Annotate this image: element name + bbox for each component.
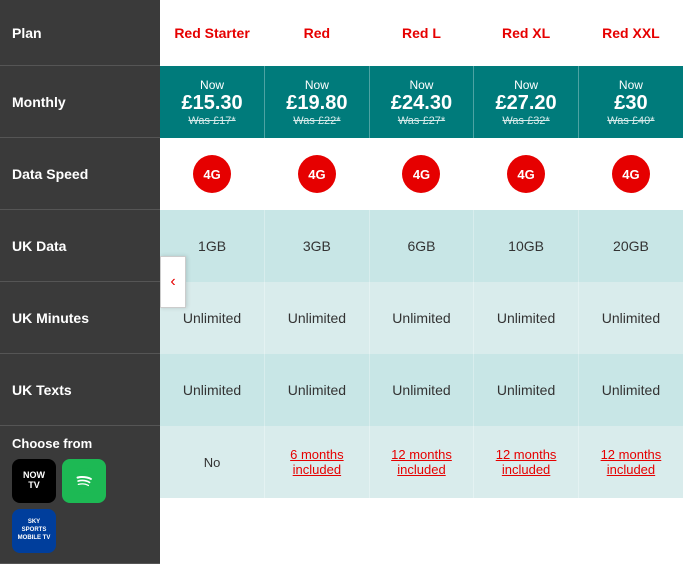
was-price-2: Was £27*	[378, 115, 466, 127]
data-cell-1: 3GB	[265, 210, 370, 282]
choose-label: Choose from	[12, 436, 92, 451]
data-cell-2: 6GB	[369, 210, 474, 282]
was-price-3: Was £32*	[482, 115, 570, 127]
data-cell-4: 20GB	[578, 210, 683, 282]
sidebar-uk-minutes: UK Minutes	[0, 282, 160, 354]
plans-area: ‹ Red Starter Red Red L Red XL Red XXL	[160, 0, 683, 564]
choose-icons: NOWTV SKYSPORTSMOBILE TV	[12, 459, 148, 553]
now-label-0: Now	[168, 78, 256, 92]
texts-cell-3: Unlimited	[474, 354, 579, 426]
plan-header-0: Red Starter	[160, 0, 265, 66]
minutes-cell-3: Unlimited	[474, 282, 579, 354]
plan-header-4: Red XXL	[578, 0, 683, 66]
plan-label: Plan	[12, 25, 42, 41]
data-speed-label: Data Speed	[12, 166, 88, 182]
extras-row: No 6 months included 12 months included …	[160, 426, 683, 498]
extras-link-2[interactable]: 12 months included	[378, 447, 466, 477]
extras-cell-1[interactable]: 6 months included	[265, 426, 370, 498]
extras-link-3[interactable]: 12 months included	[482, 447, 570, 477]
price-cell-4: Now £30 Was £40*	[578, 66, 683, 138]
was-price-0: Was £17*	[168, 115, 256, 127]
prev-arrow[interactable]: ‹	[160, 256, 186, 308]
sidebar-plan: Plan	[0, 0, 160, 66]
price-1: £19.80	[273, 92, 361, 115]
plans-table: Red Starter Red Red L Red XL Red XXL Now…	[160, 0, 683, 498]
sidebar-data-speed: Data Speed	[0, 138, 160, 210]
uk-data-label: UK Data	[12, 238, 66, 254]
uk-minutes-label: UK Minutes	[12, 310, 89, 326]
texts-cell-2: Unlimited	[369, 354, 474, 426]
sky-sports-icon: SKYSPORTSMOBILE TV	[12, 509, 56, 553]
price-cell-0: Now £15.30 Was £17*	[160, 66, 265, 138]
nowtv-icon: NOWTV	[12, 459, 56, 503]
now-label-1: Now	[273, 78, 361, 92]
speed-cell-2: 4G	[369, 138, 474, 210]
extras-cell-0: No	[160, 426, 265, 498]
price-3: £27.20	[482, 92, 570, 115]
extras-link-1[interactable]: 6 months included	[273, 447, 361, 477]
price-2: £24.30	[378, 92, 466, 115]
speed-row: 4G 4G 4G 4G 4G	[160, 138, 683, 210]
speed-cell-4: 4G	[578, 138, 683, 210]
sidebar-uk-data: UK Data	[0, 210, 160, 282]
4g-badge-1: 4G	[298, 155, 336, 193]
extras-no: No	[204, 455, 221, 470]
plan-header-2: Red L	[369, 0, 474, 66]
plans-header-row: Red Starter Red Red L Red XL Red XXL	[160, 0, 683, 66]
monthly-label: Monthly	[12, 94, 66, 110]
extras-cell-4[interactable]: 12 months included	[578, 426, 683, 498]
plan-header-3: Red XL	[474, 0, 579, 66]
sidebar-monthly: Monthly	[0, 66, 160, 138]
price-cell-3: Now £27.20 Was £32*	[474, 66, 579, 138]
sidebar-choose: Choose from NOWTV SKYSPORTSMOBILE TV	[0, 426, 160, 564]
texts-cell-0: Unlimited	[160, 354, 265, 426]
spotify-icon	[62, 459, 106, 503]
4g-badge-2: 4G	[402, 155, 440, 193]
price-cell-2: Now £24.30 Was £27*	[369, 66, 474, 138]
now-label-3: Now	[482, 78, 570, 92]
pricing-row: Now £15.30 Was £17* Now £19.80 Was £22* …	[160, 66, 683, 138]
minutes-cell-4: Unlimited	[578, 282, 683, 354]
speed-cell-0: 4G	[160, 138, 265, 210]
price-cell-1: Now £19.80 Was £22*	[265, 66, 370, 138]
speed-cell-3: 4G	[474, 138, 579, 210]
was-price-1: Was £22*	[273, 115, 361, 127]
4g-badge-3: 4G	[507, 155, 545, 193]
extras-cell-2[interactable]: 12 months included	[369, 426, 474, 498]
extras-cell-3[interactable]: 12 months included	[474, 426, 579, 498]
price-0: £15.30	[168, 92, 256, 115]
price-4: £30	[587, 92, 675, 115]
data-cell-3: 10GB	[474, 210, 579, 282]
sidebar-uk-texts: UK Texts	[0, 354, 160, 426]
uk-minutes-row: Unlimited Unlimited Unlimited Unlimited …	[160, 282, 683, 354]
uk-texts-row: Unlimited Unlimited Unlimited Unlimited …	[160, 354, 683, 426]
texts-cell-4: Unlimited	[578, 354, 683, 426]
4g-badge-4: 4G	[612, 155, 650, 193]
extras-link-4[interactable]: 12 months included	[587, 447, 675, 477]
minutes-cell-2: Unlimited	[369, 282, 474, 354]
4g-badge-0: 4G	[193, 155, 231, 193]
now-label-4: Now	[587, 78, 675, 92]
sidebar: Plan Monthly Data Speed UK Data UK Minut…	[0, 0, 160, 564]
speed-cell-1: 4G	[265, 138, 370, 210]
texts-cell-1: Unlimited	[265, 354, 370, 426]
minutes-cell-1: Unlimited	[265, 282, 370, 354]
now-label-2: Now	[378, 78, 466, 92]
uk-data-row: 1GB 3GB 6GB 10GB 20GB	[160, 210, 683, 282]
plan-header-1: Red	[265, 0, 370, 66]
was-price-4: Was £40*	[587, 115, 675, 127]
uk-texts-label: UK Texts	[12, 382, 72, 398]
